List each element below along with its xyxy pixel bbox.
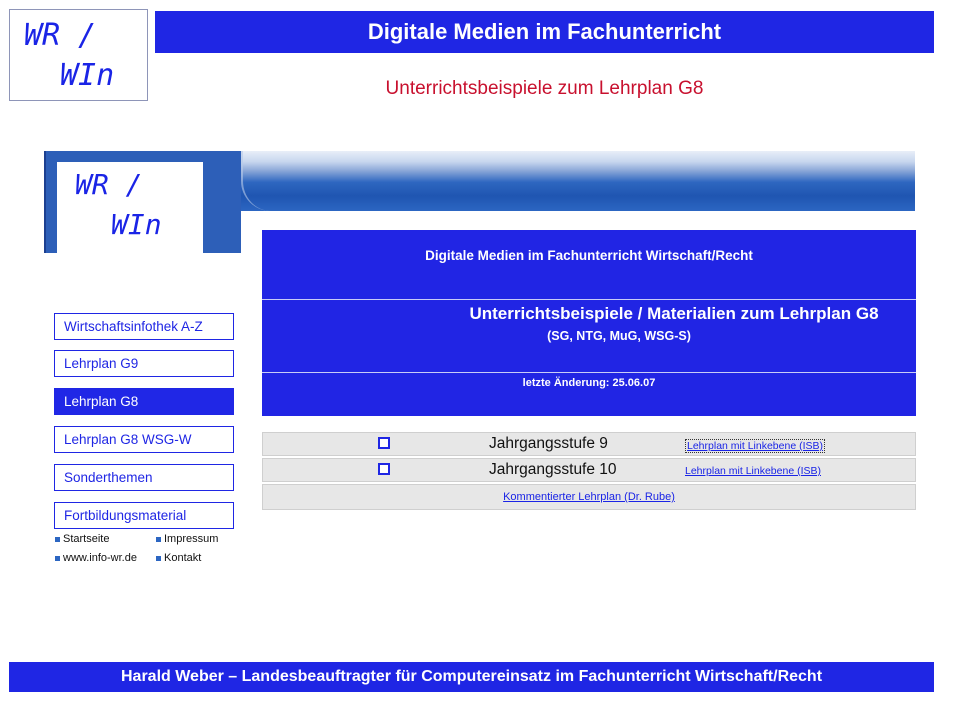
kommentierter-lehrplan-link[interactable]: Kommentierter Lehrplan (Dr. Rube) bbox=[263, 491, 915, 503]
content-subheading: (SG, NTG, MuG, WSG-S) bbox=[547, 329, 691, 343]
link-kontakt[interactable]: Kontakt bbox=[156, 552, 201, 564]
slide-footer: Harald Weber – Landesbeauftragter für Co… bbox=[9, 662, 934, 692]
slide-logo-line2: WIn bbox=[60, 58, 115, 93]
nav-item-lehrplan-g8[interactable]: Lehrplan G8 bbox=[54, 388, 234, 415]
site-logo: WR / WIn bbox=[57, 162, 203, 253]
link-impressum[interactable]: Impressum bbox=[156, 533, 218, 545]
nav-item-wirtschaftsinfothek[interactable]: Wirtschaftsinfothek A-Z bbox=[54, 313, 234, 340]
slide-logo-line1: WR / bbox=[24, 18, 97, 53]
site-banner bbox=[241, 151, 915, 211]
checkbox[interactable] bbox=[378, 463, 390, 475]
nav-item-lehrplan-g8-wsg-w[interactable]: Lehrplan G8 WSG-W bbox=[54, 426, 234, 453]
slide-subtitle: Unterrichtsbeispiele zum Lehrplan G8 bbox=[385, 78, 704, 99]
bullet-icon bbox=[55, 536, 60, 542]
link-startseite[interactable]: Startseite bbox=[55, 533, 109, 545]
site-logo-line2: WIn bbox=[111, 208, 162, 241]
site-logo-line1: WR / bbox=[75, 168, 143, 201]
content-header-box: Digitale Medien im Fachunterricht Wirtsc… bbox=[262, 230, 916, 416]
table-row: Jahrgangsstufe 10 Lehrplan mit Linkebene… bbox=[262, 458, 916, 482]
content-heading: Unterrichtsbeispiele / Materialien zum L… bbox=[469, 304, 879, 323]
nav-item-sonderthemen[interactable]: Sonderthemen bbox=[54, 464, 234, 491]
nav-item-lehrplan-g9[interactable]: Lehrplan G9 bbox=[54, 350, 234, 377]
bullet-icon bbox=[156, 555, 161, 561]
grade-label: Jahrgangsstufe 9 bbox=[489, 435, 608, 452]
last-updated: letzte Änderung: 25.06.07 bbox=[522, 377, 656, 389]
grade-label: Jahrgangsstufe 10 bbox=[489, 461, 617, 478]
divider bbox=[262, 299, 916, 300]
table-row: Jahrgangsstufe 9 Lehrplan mit Linkebene … bbox=[262, 432, 916, 456]
checkbox[interactable] bbox=[378, 437, 390, 449]
lehrplan-link[interactable]: Lehrplan mit Linkebene (ISB) bbox=[685, 439, 825, 453]
nav-item-fortbildungsmaterial[interactable]: Fortbildungsmaterial bbox=[54, 502, 234, 529]
link-info-wr[interactable]: www.info-wr.de bbox=[55, 552, 137, 564]
divider bbox=[262, 372, 916, 373]
table-row: Kommentierter Lehrplan (Dr. Rube) bbox=[262, 484, 916, 510]
lehrplan-link[interactable]: Lehrplan mit Linkebene (ISB) bbox=[685, 465, 821, 477]
slide-title: Digitale Medien im Fachunterricht bbox=[155, 11, 934, 53]
content-header: Digitale Medien im Fachunterricht Wirtsc… bbox=[425, 248, 753, 263]
slide-logo: WR / WIn bbox=[9, 9, 148, 101]
bullet-icon bbox=[156, 536, 161, 542]
bullet-icon bbox=[55, 555, 60, 561]
